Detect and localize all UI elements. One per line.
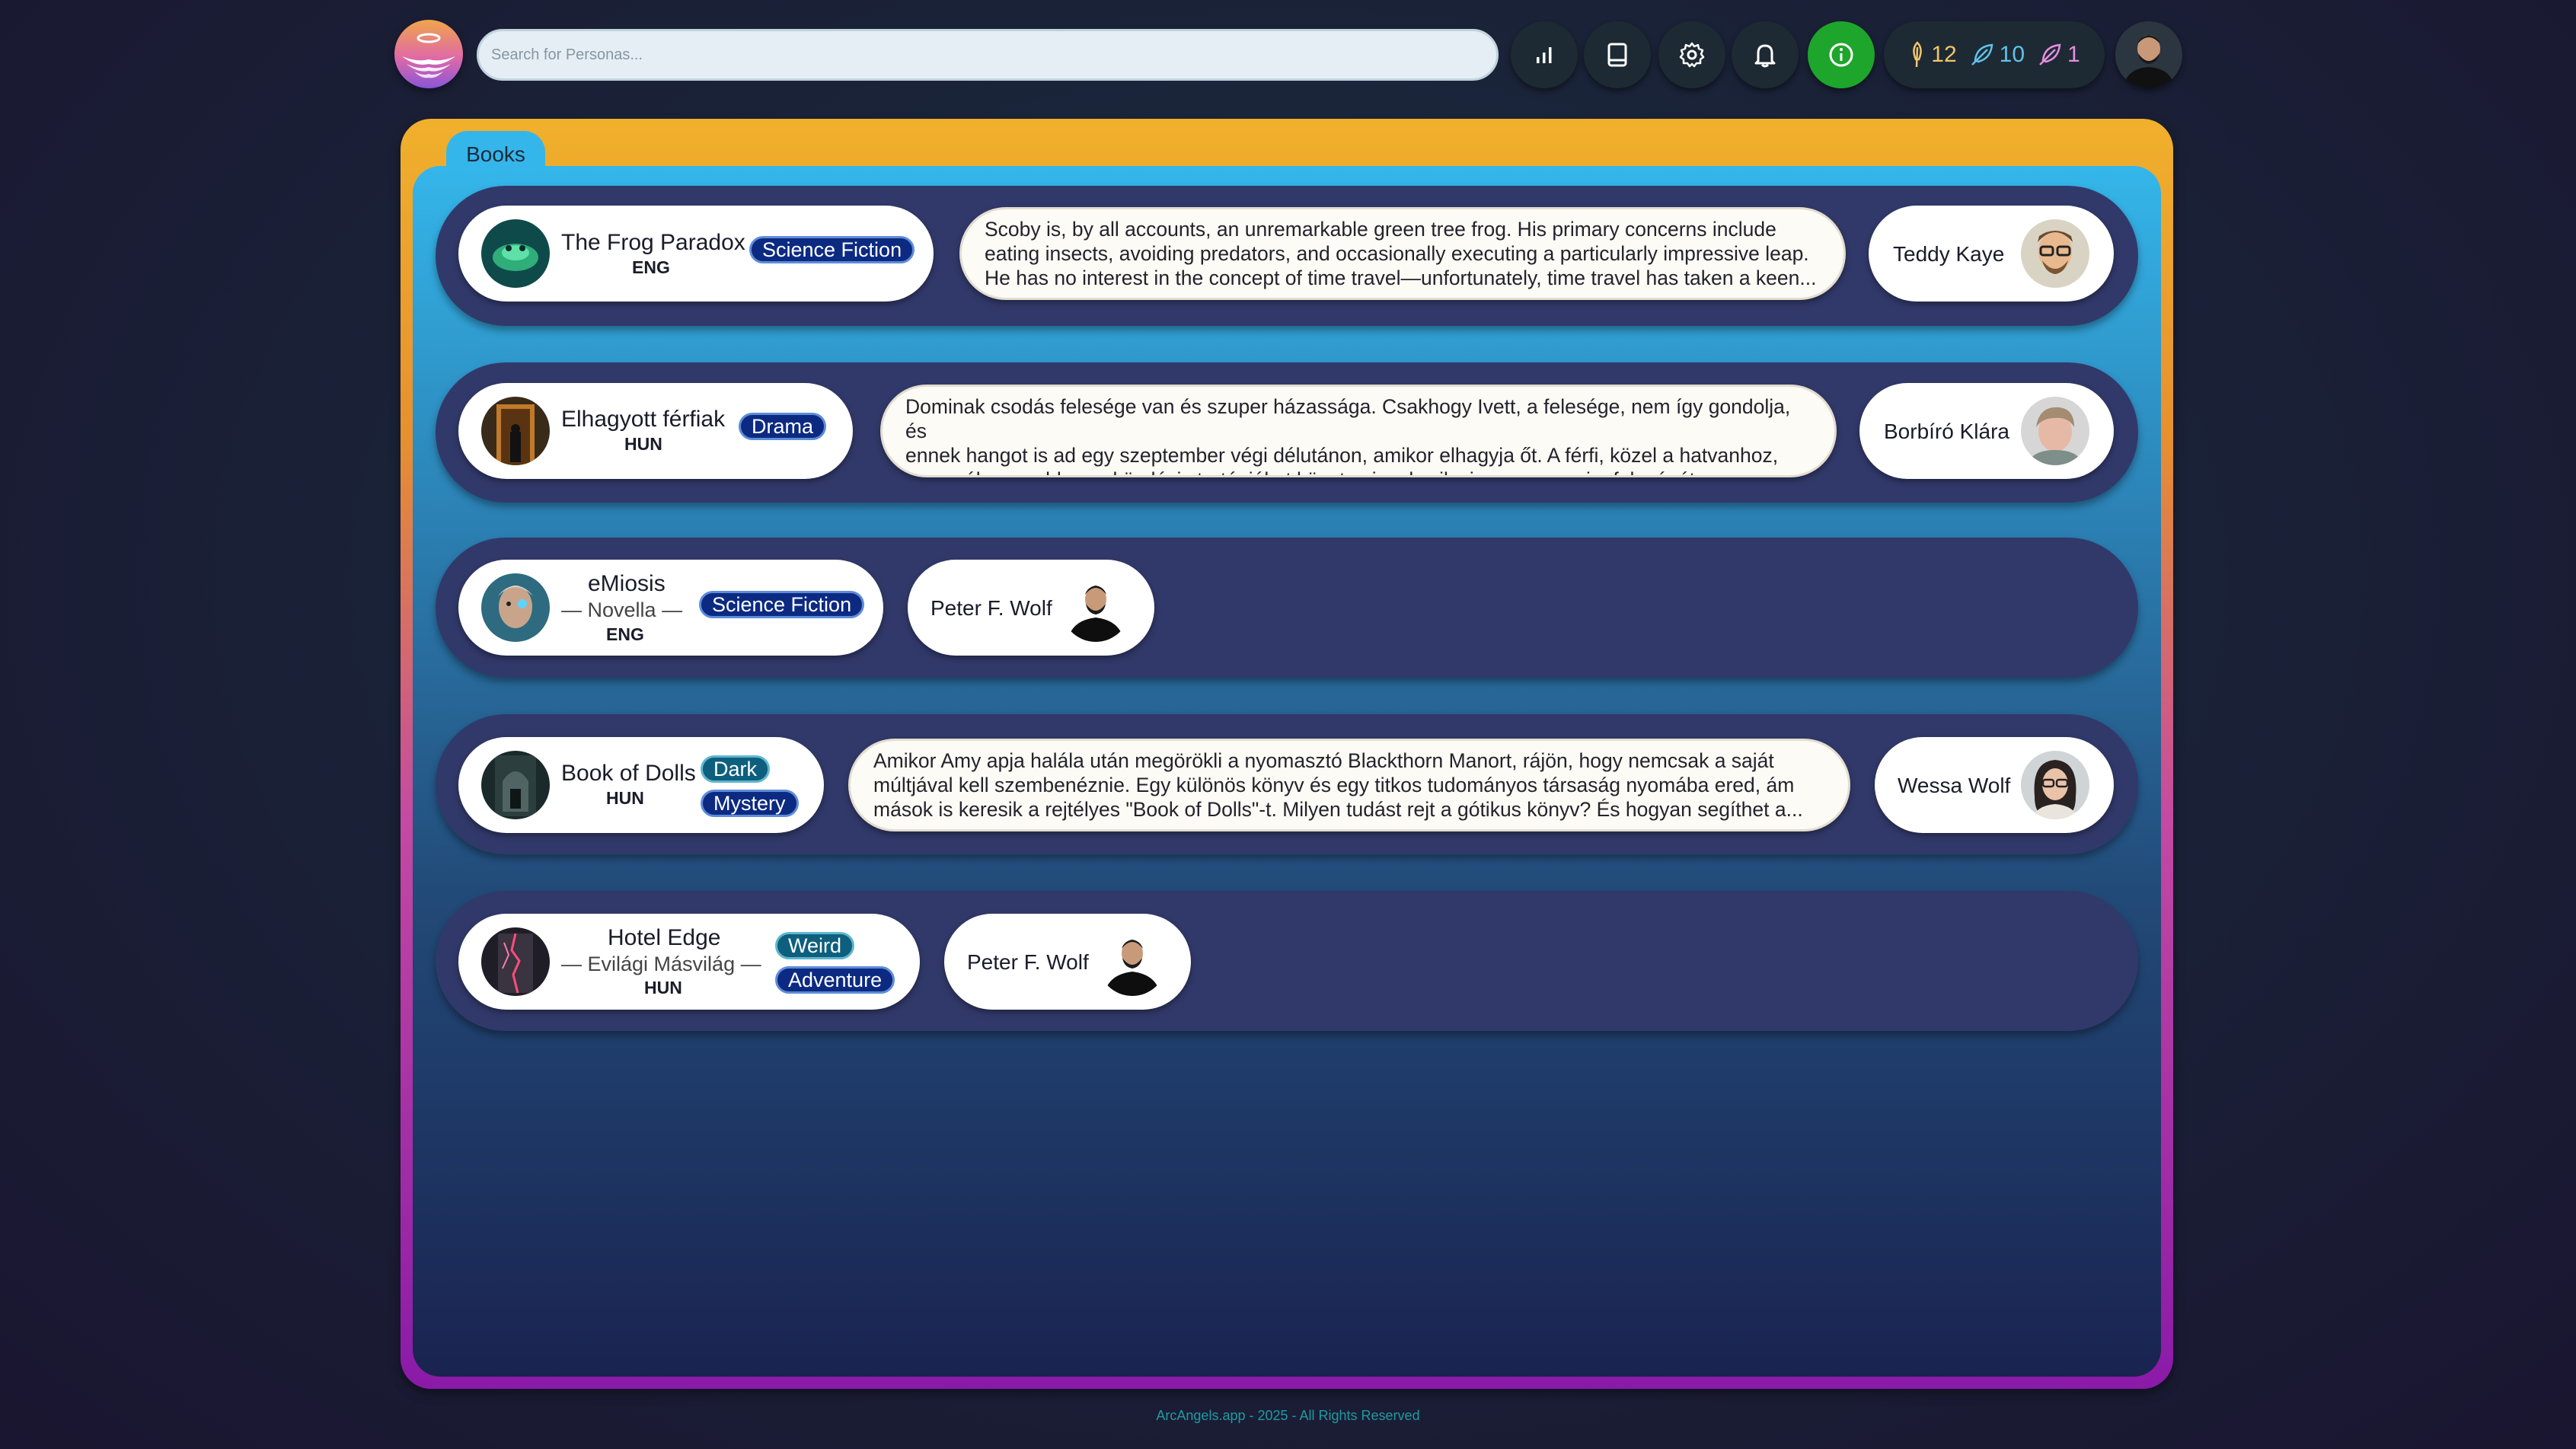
book-cover-book-of-dolls [481,751,550,819]
book-cover-hotel-edge [481,927,550,996]
pink-feather-count: 1 [2067,42,2080,67]
info-button[interactable] [1808,21,1875,88]
book-subtitle-line: — Evilági Másvilág — [561,953,761,975]
book-language: HUN [644,978,682,997]
genre-tag[interactable]: Science Fiction [749,236,915,263]
gold-feather-counter: 12 [1908,41,1957,69]
author-avatar [1061,573,1130,642]
angel-logo-icon [402,33,455,78]
author-avatar [2021,219,2089,288]
chart-icon [1537,47,1552,63]
gold-feather-count: 12 [1931,42,1957,67]
feather-pink-icon [2039,43,2061,65]
description-line: múltjával kell szembenéznie. Egy különös… [873,774,1795,796]
genre-tag[interactable]: Dark [701,755,771,783]
info-icon [1829,43,1853,67]
library-button[interactable] [1584,21,1651,88]
book-description[interactable]: Scoby is, by all accounts, an unremarkab… [959,207,1846,300]
book-language: HUN [624,434,662,454]
author-name: Peter F. Wolf [930,596,1052,620]
author-name: Peter F. Wolf [967,950,1089,974]
book-icon [1607,43,1627,67]
book-subtitle: Novella [587,598,656,621]
settings-button[interactable] [1658,21,1725,88]
blue-feather-counter: 10 [1969,42,2025,68]
description-line: ennek hangot is ad egy szeptember végi d… [905,444,1779,467]
author-avatar [1098,927,1167,996]
book-title: Hotel Edge [608,925,721,950]
description-line: eating insects, avoiding predators, and … [985,242,1809,265]
description-line: He has no interest in the concept of tim… [985,267,1817,289]
book-subtitle: Evilági Másvilág [587,953,736,975]
user-avatar[interactable] [2115,21,2182,88]
credit-counters[interactable]: 12 10 1 [1884,21,2105,88]
book-description[interactable]: Dominak csodás felesége van és szuper há… [880,385,1837,477]
book-title: Elhagyott férfiak [561,407,726,432]
book-cover-emiosis [481,573,550,642]
user-avatar-image [2115,21,2182,88]
genre-tag[interactable]: Weird [775,932,855,959]
author-avatar [2021,751,2089,819]
app-logo[interactable] [394,20,463,88]
search-input[interactable] [490,45,1486,65]
stats-button[interactable] [1511,21,1578,88]
book-language: ENG [606,624,644,644]
author-name: Borbíró Klára [1884,420,2009,443]
genre-tag[interactable]: Mystery [701,790,799,817]
description-line: mások is keresik a rejtélyes "Book of Do… [873,798,1803,821]
book-title: Book of Dolls [561,761,696,786]
bell-icon [1754,44,1776,68]
book-cover-frog-paradox [481,219,550,288]
tab-books-label: Books [466,142,525,166]
gear-icon [1679,42,1705,68]
footer-copyright: ArcAngels.app - 2025 - All Rights Reserv… [1156,1408,1420,1423]
book-language: HUN [606,788,644,808]
genre-tag[interactable]: Adventure [775,966,895,994]
feather-blue-icon [1971,43,1993,65]
pink-feather-counter: 1 [2037,42,2080,68]
book-language: ENG [632,257,670,277]
description-line: Dominak csodás felesége van és szuper há… [905,395,1791,442]
description-line: Scoby is, by all accounts, an unremarkab… [985,218,1776,241]
author-name: Wessa Wolf [1898,774,2011,797]
blue-feather-count: 10 [1999,42,2025,67]
genre-tag[interactable]: Drama [739,413,827,440]
author-name: Teddy Kaye [1893,242,2005,266]
book-subtitle-line: — Novella — [561,598,683,621]
author-avatar [2021,397,2089,465]
genre-tag[interactable]: Science Fiction [699,591,865,618]
book-description[interactable]: Amikor Amy apja halála után megörökli a … [848,739,1850,831]
book-cover-elhagyott-ferfiak [481,397,550,465]
description-line: rossznál rosszabb megküzdési stratégiáka… [905,468,1811,475]
feather-gold-icon [1913,41,1923,68]
description-line: Amikor Amy apja halála után megörökli a … [873,749,1774,772]
book-title: eMiosis [588,571,666,596]
search-bar[interactable] [477,29,1499,81]
notifications-button[interactable] [1732,21,1799,88]
book-title: The Frog Paradox [561,230,745,255]
